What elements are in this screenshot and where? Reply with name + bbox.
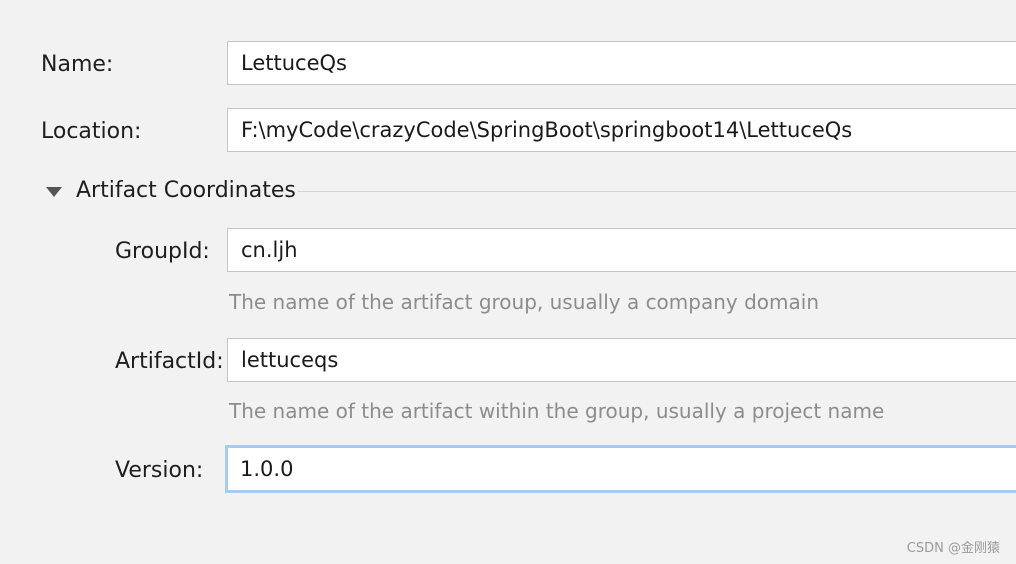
csdn-watermark: CSDN @金刚猿	[906, 541, 1000, 556]
groupid-hint: The name of the artifact group, usually …	[229, 290, 819, 314]
location-label: Location:	[41, 119, 142, 144]
artifactid-input[interactable]	[227, 338, 1016, 382]
groupid-input[interactable]	[227, 228, 1016, 272]
triangle-down-icon[interactable]	[46, 187, 62, 197]
name-label: Name:	[41, 52, 114, 77]
version-input[interactable]	[225, 445, 1016, 493]
location-input[interactable]	[227, 108, 1016, 152]
artifactid-label: ArtifactId:	[115, 349, 224, 374]
name-input[interactable]	[227, 41, 1016, 85]
version-label: Version:	[115, 458, 204, 483]
section-divider	[298, 191, 1016, 192]
artifactid-hint: The name of the artifact within the grou…	[229, 399, 885, 423]
artifact-coordinates-toggle[interactable]: Artifact Coordinates	[46, 176, 296, 206]
groupid-label: GroupId:	[115, 239, 210, 264]
artifact-coordinates-title: Artifact Coordinates	[76, 178, 296, 203]
